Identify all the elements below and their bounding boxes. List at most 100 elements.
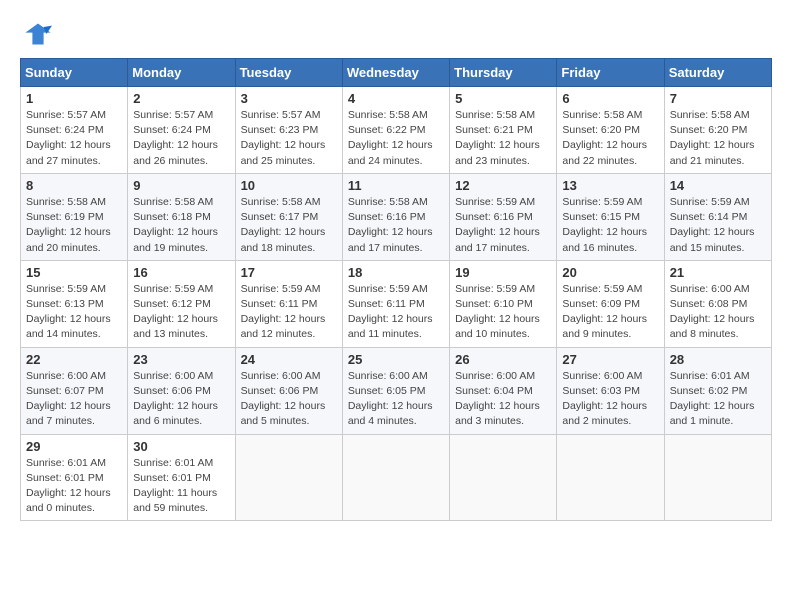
calendar-cell: [235, 434, 342, 521]
day-number: 26: [455, 352, 551, 367]
day-info: Sunrise: 5:59 AMSunset: 6:15 PMDaylight:…: [562, 195, 658, 256]
calendar-cell: [664, 434, 771, 521]
day-info: Sunrise: 5:58 AMSunset: 6:19 PMDaylight:…: [26, 195, 122, 256]
day-info: Sunrise: 6:00 AMSunset: 6:04 PMDaylight:…: [455, 369, 551, 430]
day-info: Sunrise: 6:01 AMSunset: 6:01 PMDaylight:…: [133, 456, 229, 517]
day-info: Sunrise: 5:59 AMSunset: 6:16 PMDaylight:…: [455, 195, 551, 256]
day-number: 24: [241, 352, 337, 367]
day-number: 22: [26, 352, 122, 367]
calendar-cell: 28 Sunrise: 6:01 AMSunset: 6:02 PMDayligh…: [664, 347, 771, 434]
day-info: Sunrise: 5:58 AMSunset: 6:20 PMDaylight:…: [562, 108, 658, 169]
calendar-cell: 27 Sunrise: 6:00 AMSunset: 6:03 PMDayligh…: [557, 347, 664, 434]
column-header-saturday: Saturday: [664, 59, 771, 87]
day-info: Sunrise: 5:57 AMSunset: 6:24 PMDaylight:…: [26, 108, 122, 169]
calendar-cell: 26 Sunrise: 6:00 AMSunset: 6:04 PMDayligh…: [450, 347, 557, 434]
calendar-cell: 14 Sunrise: 5:59 AMSunset: 6:14 PMDayligh…: [664, 173, 771, 260]
calendar-cell: 5Sunrise: 5:58 AMSunset: 6:21 PMDaylight…: [450, 87, 557, 174]
day-number: 6: [562, 91, 658, 106]
calendar-cell: 18 Sunrise: 5:59 AMSunset: 6:11 PMDayligh…: [342, 260, 449, 347]
calendar-cell: 16 Sunrise: 5:59 AMSunset: 6:12 PMDayligh…: [128, 260, 235, 347]
day-info: Sunrise: 5:57 AMSunset: 6:24 PMDaylight:…: [133, 108, 229, 169]
day-number: 14: [670, 178, 766, 193]
day-number: 25: [348, 352, 444, 367]
calendar-cell: 13 Sunrise: 5:59 AMSunset: 6:15 PMDayligh…: [557, 173, 664, 260]
column-header-wednesday: Wednesday: [342, 59, 449, 87]
calendar-cell: 21 Sunrise: 6:00 AMSunset: 6:08 PMDayligh…: [664, 260, 771, 347]
calendar-table: SundayMondayTuesdayWednesdayThursdayFrid…: [20, 58, 772, 521]
day-number: 11: [348, 178, 444, 193]
logo: [20, 20, 52, 48]
logo-bird-icon: [24, 20, 52, 48]
calendar-cell: 22Sunrise: 6:00 AMSunset: 6:07 PMDayligh…: [21, 347, 128, 434]
column-header-thursday: Thursday: [450, 59, 557, 87]
day-number: 19: [455, 265, 551, 280]
day-info: Sunrise: 6:00 AMSunset: 6:08 PMDaylight:…: [670, 282, 766, 343]
day-number: 28: [670, 352, 766, 367]
day-info: Sunrise: 5:58 AMSunset: 6:16 PMDaylight:…: [348, 195, 444, 256]
day-number: 16: [133, 265, 229, 280]
calendar-cell: 6 Sunrise: 5:58 AMSunset: 6:20 PMDaylight…: [557, 87, 664, 174]
day-info: Sunrise: 6:01 AMSunset: 6:02 PMDaylight:…: [670, 369, 766, 430]
day-info: Sunrise: 5:59 AMSunset: 6:13 PMDaylight:…: [26, 282, 122, 343]
day-info: Sunrise: 6:00 AMSunset: 6:03 PMDaylight:…: [562, 369, 658, 430]
day-number: 12: [455, 178, 551, 193]
day-number: 15: [26, 265, 122, 280]
day-info: Sunrise: 5:58 AMSunset: 6:22 PMDaylight:…: [348, 108, 444, 169]
day-number: 13: [562, 178, 658, 193]
calendar-cell: 3 Sunrise: 5:57 AMSunset: 6:23 PMDaylight…: [235, 87, 342, 174]
day-info: Sunrise: 5:57 AMSunset: 6:23 PMDaylight:…: [241, 108, 337, 169]
calendar-cell: 2 Sunrise: 5:57 AMSunset: 6:24 PMDaylight…: [128, 87, 235, 174]
calendar-cell: 15 Sunrise: 5:59 AMSunset: 6:13 PMDayligh…: [21, 260, 128, 347]
day-number: 4: [348, 91, 444, 106]
day-info: Sunrise: 6:00 AMSunset: 6:05 PMDaylight:…: [348, 369, 444, 430]
calendar-week-2: 8Sunrise: 5:58 AMSunset: 6:19 PMDaylight…: [21, 173, 772, 260]
calendar-cell: 19 Sunrise: 5:59 AMSunset: 6:10 PMDayligh…: [450, 260, 557, 347]
calendar-cell: 30Sunrise: 6:01 AMSunset: 6:01 PMDayligh…: [128, 434, 235, 521]
calendar-cell: 25 Sunrise: 6:00 AMSunset: 6:05 PMDayligh…: [342, 347, 449, 434]
calendar-header: SundayMondayTuesdayWednesdayThursdayFrid…: [21, 59, 772, 87]
day-info: Sunrise: 5:58 AMSunset: 6:18 PMDaylight:…: [133, 195, 229, 256]
calendar-cell: 12 Sunrise: 5:59 AMSunset: 6:16 PMDayligh…: [450, 173, 557, 260]
day-number: 3: [241, 91, 337, 106]
day-info: Sunrise: 5:58 AMSunset: 6:17 PMDaylight:…: [241, 195, 337, 256]
calendar-week-4: 22Sunrise: 6:00 AMSunset: 6:07 PMDayligh…: [21, 347, 772, 434]
calendar-cell: 20Sunrise: 5:59 AMSunset: 6:09 PMDayligh…: [557, 260, 664, 347]
column-header-monday: Monday: [128, 59, 235, 87]
calendar-cell: 1 Sunrise: 5:57 AMSunset: 6:24 PMDaylight…: [21, 87, 128, 174]
day-number: 10: [241, 178, 337, 193]
day-info: Sunrise: 5:59 AMSunset: 6:11 PMDaylight:…: [241, 282, 337, 343]
day-number: 5: [455, 91, 551, 106]
calendar-cell: 24Sunrise: 6:00 AMSunset: 6:06 PMDayligh…: [235, 347, 342, 434]
calendar-cell: 8Sunrise: 5:58 AMSunset: 6:19 PMDaylight…: [21, 173, 128, 260]
day-number: 27: [562, 352, 658, 367]
day-info: Sunrise: 5:59 AMSunset: 6:12 PMDaylight:…: [133, 282, 229, 343]
day-info: Sunrise: 5:59 AMSunset: 6:11 PMDaylight:…: [348, 282, 444, 343]
page-header: [20, 20, 772, 48]
column-header-friday: Friday: [557, 59, 664, 87]
calendar-week-3: 15 Sunrise: 5:59 AMSunset: 6:13 PMDayligh…: [21, 260, 772, 347]
calendar-body: 1 Sunrise: 5:57 AMSunset: 6:24 PMDaylight…: [21, 87, 772, 521]
calendar-cell: [450, 434, 557, 521]
calendar-cell: 29 Sunrise: 6:01 AMSunset: 6:01 PMDayligh…: [21, 434, 128, 521]
day-number: 18: [348, 265, 444, 280]
day-info: Sunrise: 5:59 AMSunset: 6:10 PMDaylight:…: [455, 282, 551, 343]
day-number: 1: [26, 91, 122, 106]
column-header-tuesday: Tuesday: [235, 59, 342, 87]
day-info: Sunrise: 5:58 AMSunset: 6:20 PMDaylight:…: [670, 108, 766, 169]
header-row: SundayMondayTuesdayWednesdayThursdayFrid…: [21, 59, 772, 87]
calendar-cell: 7Sunrise: 5:58 AMSunset: 6:20 PMDaylight…: [664, 87, 771, 174]
day-number: 21: [670, 265, 766, 280]
calendar-cell: 9Sunrise: 5:58 AMSunset: 6:18 PMDaylight…: [128, 173, 235, 260]
day-info: Sunrise: 5:59 AMSunset: 6:14 PMDaylight:…: [670, 195, 766, 256]
day-number: 23: [133, 352, 229, 367]
day-info: Sunrise: 6:00 AMSunset: 6:06 PMDaylight:…: [133, 369, 229, 430]
day-info: Sunrise: 5:59 AMSunset: 6:09 PMDaylight:…: [562, 282, 658, 343]
day-number: 29: [26, 439, 122, 454]
calendar-week-1: 1 Sunrise: 5:57 AMSunset: 6:24 PMDaylight…: [21, 87, 772, 174]
day-info: Sunrise: 6:01 AMSunset: 6:01 PMDaylight:…: [26, 456, 122, 517]
day-number: 2: [133, 91, 229, 106]
day-number: 17: [241, 265, 337, 280]
calendar-week-5: 29 Sunrise: 6:01 AMSunset: 6:01 PMDayligh…: [21, 434, 772, 521]
calendar-cell: 4 Sunrise: 5:58 AMSunset: 6:22 PMDaylight…: [342, 87, 449, 174]
column-header-sunday: Sunday: [21, 59, 128, 87]
